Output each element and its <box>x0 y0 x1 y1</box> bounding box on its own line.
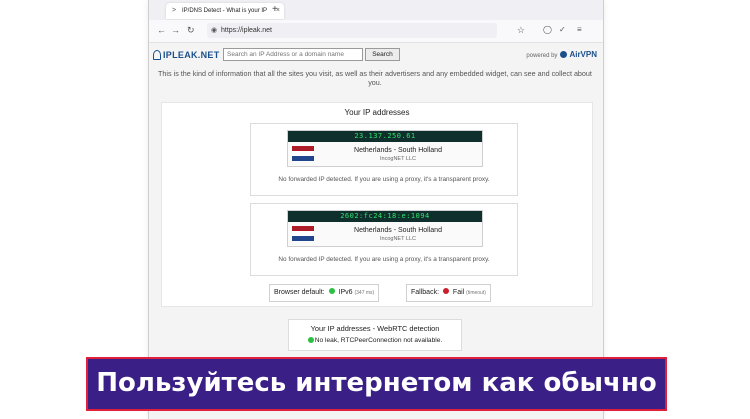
reload-icon[interactable]: ↻ <box>187 24 195 36</box>
webrtc-panel: Your IP addresses - WebRTC detection No … <box>288 319 462 351</box>
ip-info: 2602:fc24:18:e:1094 Netherlands - South … <box>287 210 483 247</box>
fail-status-icon <box>442 288 449 294</box>
bookmark-star-icon[interactable]: ☆ <box>517 23 525 38</box>
webrtc-message: No leak, RTCPeerConnection not available… <box>289 337 461 344</box>
caption-banner: Пользуйтесь интернетом как обычно <box>86 357 667 411</box>
tab-title: IP/DNS Detect - What is your IP <box>182 8 268 14</box>
airvpn-logo-icon <box>560 51 568 58</box>
menu-icon[interactable]: ≡ <box>577 24 582 36</box>
new-tab-icon[interactable]: + <box>272 4 278 16</box>
netherlands-flag-icon <box>292 146 314 161</box>
forward-icon[interactable]: → <box>171 24 180 36</box>
ip-card: 2602:fc24:18:e:1094 Netherlands - South … <box>250 203 518 276</box>
extensions-icon[interactable]: ✓ <box>559 24 566 36</box>
ip-isp: IncogNET LLC <box>380 156 416 162</box>
fallback-status: Fallback: Fail (timeout) <box>406 284 491 302</box>
ok-status-icon <box>328 288 335 294</box>
ip-location: Netherlands - South Holland <box>354 227 442 234</box>
shield-icon[interactable]: ◯ <box>543 24 552 36</box>
webrtc-title: Your IP addresses - WebRTC detection <box>310 324 440 333</box>
ip-addresses-panel: Your IP addresses 23.137.250.61 Netherla… <box>161 102 593 307</box>
powered-by[interactable]: powered by AirVPN <box>526 50 597 59</box>
ip-value[interactable]: 2602:fc24:18:e:1094 <box>288 211 482 222</box>
address-bar[interactable]: ◉ https://ipleak.net ☆ <box>207 23 525 38</box>
ip-value[interactable]: 23.137.250.61 <box>288 131 482 142</box>
site-logo[interactable]: IPLEAK.NET <box>153 50 220 60</box>
url-text: https://ipleak.net <box>221 27 272 34</box>
browser-default-status: Browser default: IPv6 (347 ms) <box>269 284 380 302</box>
browser-toolbar: ← → ↻ ◉ https://ipleak.net ☆ ◯ ✓ ≡ <box>149 20 603 43</box>
netherlands-flag-icon <box>292 226 314 241</box>
intro-text: This is the kind of information that all… <box>158 69 592 87</box>
ip-search-input[interactable] <box>223 48 363 61</box>
browser-tab[interactable]: > IP/DNS Detect - What is your IP × <box>166 3 284 19</box>
ip-location: Netherlands - South Holland <box>354 147 442 154</box>
tab-bar: > IP/DNS Detect - What is your IP × + <box>149 0 603 20</box>
panel-title: Your IP addresses <box>344 108 410 117</box>
ok-status-icon <box>307 337 314 343</box>
ip-isp: IncogNET LLC <box>380 236 416 242</box>
site-header: IPLEAK.NET Search powered byAirVPN <box>153 45 597 65</box>
lock-icon: ◉ <box>211 27 218 34</box>
forwarded-ip-note: No forwarded IP detected. If you are usi… <box>278 256 490 263</box>
back-icon[interactable]: ← <box>157 24 166 36</box>
tab-favicon-icon: > <box>172 7 177 14</box>
search-button[interactable]: Search <box>365 48 400 61</box>
logo-mark-icon <box>153 50 161 60</box>
ip-info: 23.137.250.61 Netherlands - South Hollan… <box>287 130 483 167</box>
forwarded-ip-note: No forwarded IP detected. If you are usi… <box>278 176 490 183</box>
ip-card: 23.137.250.61 Netherlands - South Hollan… <box>250 123 518 196</box>
